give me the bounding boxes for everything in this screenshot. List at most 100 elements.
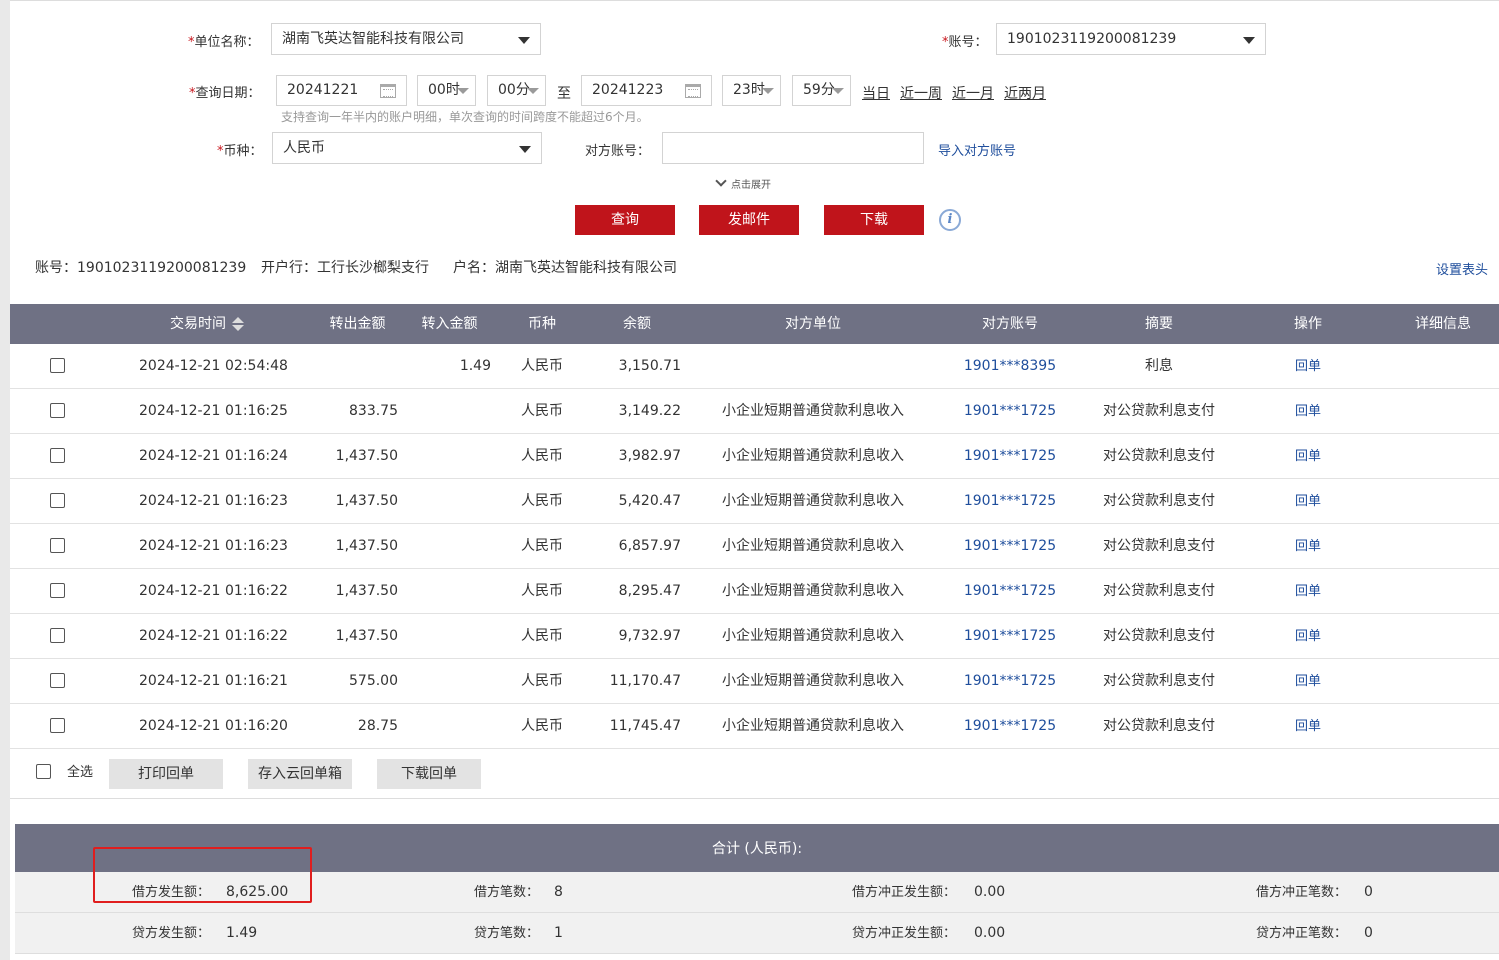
column-header-time[interactable]: 交易时间 — [170, 304, 290, 344]
end-hour-select[interactable]: 23时 — [722, 75, 781, 106]
row-receipt-link[interactable]: 回单 — [1278, 659, 1338, 704]
row-receipt-link[interactable]: 回单 — [1278, 479, 1338, 524]
row-time: 01:16:22 — [225, 628, 288, 644]
query-date-label-text: 查询日期： — [195, 86, 261, 101]
table-row: 2024-12-21 01:16:23 1,437.50 人民币 5,420.47 小企业… — [10, 479, 1499, 524]
calendar-icon[interactable] — [380, 84, 396, 98]
currency-select[interactable]: 人民币 — [272, 132, 542, 164]
row-counter-account-link[interactable]: 1901***1725 — [950, 704, 1070, 749]
chevron-down-icon — [762, 88, 774, 94]
row-currency: 人民币 — [521, 583, 563, 599]
credit-count-value: 1 — [554, 925, 563, 941]
account-value: 1901023119200081239 — [1007, 31, 1177, 47]
row-receipt-link[interactable]: 回单 — [1278, 389, 1338, 434]
start-hour-select[interactable]: 00时 — [417, 75, 476, 106]
row-date: 2024-12-21 — [139, 493, 221, 509]
account-select[interactable]: 1901023119200081239 — [996, 23, 1266, 55]
row-date: 2024-12-21 — [139, 403, 221, 419]
counterpart-account-label: 对方账号： — [585, 144, 651, 159]
row-counter-account-link[interactable]: 1901***1725 — [950, 569, 1070, 614]
unit-name-label: *单位名称： — [188, 31, 260, 50]
save-to-cloud-button[interactable]: 存入云回单箱 — [248, 759, 352, 789]
expand-toggle-label: 点击展开 — [731, 180, 771, 191]
end-minute-select[interactable]: 59分 — [792, 75, 851, 106]
row-out-amount: 1,437.50 — [335, 493, 398, 509]
start-date-input[interactable]: 20241221 — [276, 75, 407, 106]
row-counter-account-link[interactable]: 1901***1725 — [950, 434, 1070, 479]
download-receipt-button[interactable]: 下载回单 — [377, 759, 481, 789]
download-button[interactable]: 下载 — [824, 205, 924, 235]
currency-label-text: 币种： — [223, 144, 263, 159]
unit-name-select[interactable]: 湖南飞英达智能科技有限公司 — [271, 23, 541, 55]
row-checkbox[interactable] — [50, 448, 65, 463]
row-checkbox[interactable] — [50, 673, 65, 688]
row-checkbox[interactable] — [50, 718, 65, 733]
print-receipt-button[interactable]: 打印回单 — [109, 759, 223, 789]
row-checkbox[interactable] — [50, 403, 65, 418]
row-out-amount: 1,437.50 — [335, 538, 398, 554]
row-currency: 人民币 — [521, 538, 563, 554]
select-all-checkbox[interactable] — [36, 764, 51, 779]
row-balance: 5,420.47 — [618, 493, 681, 509]
row-counter-account-link[interactable]: 1901***1725 — [950, 614, 1070, 659]
table-row: 2024-12-21 01:16:24 1,437.50 人民币 3,982.97 小企业… — [10, 434, 1499, 479]
send-email-button[interactable]: 发邮件 — [699, 205, 799, 235]
account-label-text: 账号： — [948, 35, 988, 50]
row-summary: 对公贷款利息支付 — [1103, 403, 1215, 419]
row-receipt-link[interactable]: 回单 — [1278, 614, 1338, 659]
start-minute-value: 00分 — [498, 82, 530, 98]
row-receipt-link[interactable]: 回单 — [1278, 524, 1338, 569]
row-receipt-link[interactable]: 回单 — [1278, 344, 1338, 389]
row-checkbox[interactable] — [50, 583, 65, 598]
quick-range-two-months[interactable]: 近两月 — [1004, 83, 1046, 103]
set-table-header-link[interactable]: 设置表头 — [1436, 259, 1488, 278]
row-time: 01:16:25 — [225, 403, 288, 419]
row-checkbox[interactable] — [50, 538, 65, 553]
row-checkbox[interactable] — [50, 493, 65, 508]
quick-range-today[interactable]: 当日 — [862, 83, 890, 103]
row-counter-unit: 小企业短期普通贷款利息收入 — [722, 673, 904, 689]
info-icon[interactable]: i — [939, 209, 961, 231]
calendar-icon[interactable] — [685, 84, 701, 98]
row-checkbox[interactable] — [50, 358, 65, 373]
row-counter-unit: 小企业短期普通贷款利息收入 — [722, 493, 904, 509]
row-counter-account-link[interactable]: 1901***8395 — [950, 344, 1070, 389]
end-date-input[interactable]: 20241223 — [581, 75, 712, 106]
row-counter-account-link[interactable]: 1901***1725 — [950, 524, 1070, 569]
column-header-counter-unit: 对方单位 — [785, 316, 841, 332]
row-summary: 利息 — [1145, 358, 1173, 374]
chevron-down-icon — [457, 88, 469, 94]
counterpart-account-input[interactable] — [662, 132, 924, 164]
row-checkbox[interactable] — [50, 628, 65, 643]
row-receipt-link[interactable]: 回单 — [1278, 704, 1338, 749]
row-out-amount: 28.75 — [357, 718, 398, 734]
row-balance: 6,857.97 — [618, 538, 681, 554]
row-summary: 对公贷款利息支付 — [1103, 493, 1215, 509]
account-label: *账号： — [942, 31, 988, 50]
table-row: 2024-12-21 01:16:23 1,437.50 人民币 6,857.97 小企业… — [10, 524, 1499, 569]
row-balance: 3,982.97 — [618, 448, 681, 464]
end-hour-value: 23时 — [733, 82, 765, 98]
chevron-down-icon — [1243, 37, 1255, 44]
row-counter-unit: 小企业短期普通贷款利息收入 — [722, 718, 904, 734]
row-summary: 对公贷款利息支付 — [1103, 583, 1215, 599]
end-date-value: 20241223 — [592, 82, 664, 98]
sort-icon[interactable] — [232, 316, 244, 332]
row-counter-account-link[interactable]: 1901***1725 — [950, 479, 1070, 524]
chevron-down-icon — [832, 88, 844, 94]
quick-range-week[interactable]: 近一周 — [900, 83, 942, 103]
row-receipt-link[interactable]: 回单 — [1278, 434, 1338, 479]
quick-range-month[interactable]: 近一月 — [952, 83, 994, 103]
import-counterpart-link[interactable]: 导入对方账号 — [938, 140, 1016, 159]
row-counter-account-link[interactable]: 1901***1725 — [950, 659, 1070, 704]
expand-toggle[interactable]: 点击展开 — [715, 175, 771, 191]
table-row: 2024-12-21 01:16:21 575.00 人民币 11,170.47 小企业短… — [10, 659, 1499, 704]
row-balance: 9,732.97 — [618, 628, 681, 644]
row-currency: 人民币 — [521, 628, 563, 644]
row-counter-account-link[interactable]: 1901***1725 — [950, 389, 1070, 434]
start-minute-select[interactable]: 00分 — [487, 75, 546, 106]
query-button[interactable]: 查询 — [575, 205, 675, 235]
row-receipt-link[interactable]: 回单 — [1278, 569, 1338, 614]
row-time: 01:16:24 — [225, 448, 288, 464]
row-currency: 人民币 — [521, 403, 563, 419]
